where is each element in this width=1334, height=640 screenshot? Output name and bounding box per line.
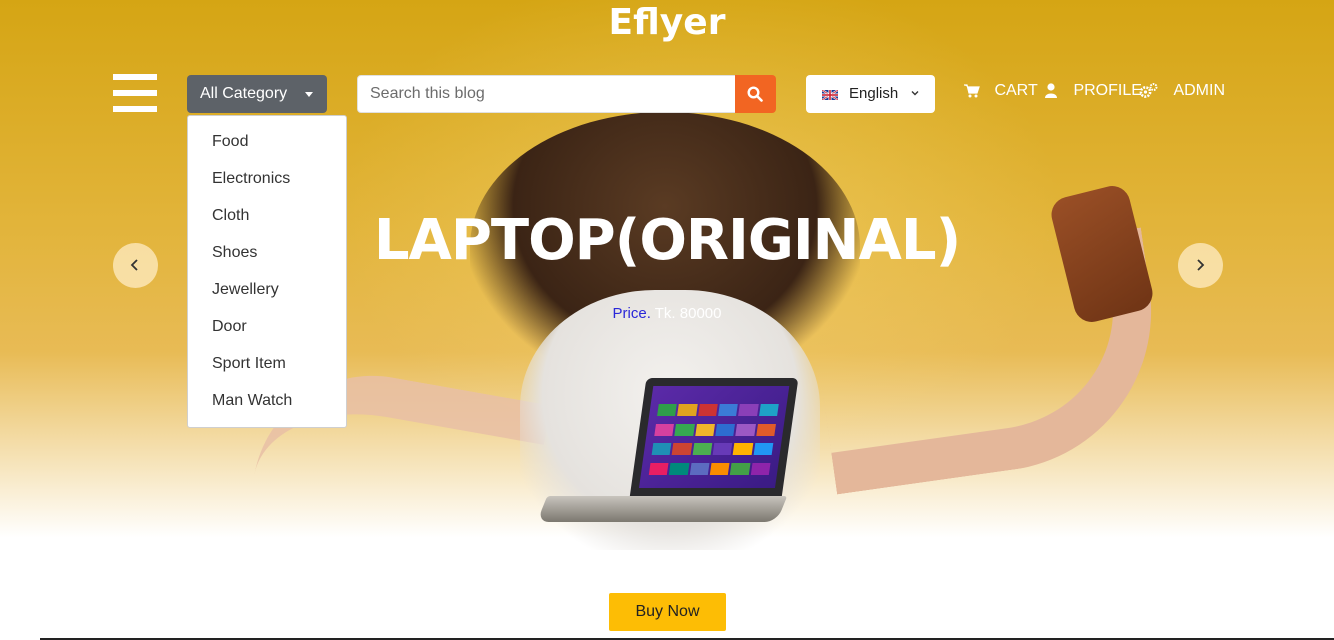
cart-link[interactable]: CART: [964, 82, 1038, 104]
language-label: English: [849, 85, 899, 102]
hamburger-icon-bar: [113, 106, 157, 112]
hamburger-icon: [113, 74, 157, 80]
search-input[interactable]: [357, 75, 736, 113]
buy-now-button[interactable]: Buy Now: [609, 593, 726, 631]
uk-flag-icon: [822, 90, 838, 100]
slide-title: LAPTOP(ORIGINAL): [373, 208, 961, 273]
search-button[interactable]: [735, 75, 776, 113]
laptop-screen: [638, 386, 790, 488]
language-selector[interactable]: English: [806, 75, 935, 113]
gears-icon: [1139, 82, 1158, 98]
category-item-sport-item[interactable]: Sport Item: [188, 350, 346, 387]
chevron-down-icon: [911, 91, 919, 96]
admin-label: ADMIN: [1173, 82, 1226, 99]
brand-logo[interactable]: Eflyer: [0, 2, 1334, 43]
profile-link[interactable]: PROFILE: [1045, 82, 1142, 104]
category-item-man-watch[interactable]: Man Watch: [188, 387, 346, 424]
admin-link[interactable]: ADMIN: [1139, 82, 1225, 104]
menu-toggle-button[interactable]: [113, 74, 157, 112]
category-item-food[interactable]: Food: [188, 128, 346, 165]
category-button-label: All Category: [200, 85, 288, 102]
slide-price: Price. Tk. 80000: [0, 305, 1334, 322]
laptop-lid: [629, 378, 799, 498]
caret-down-icon: [305, 92, 313, 97]
profile-label: PROFILE: [1073, 82, 1142, 99]
laptop-image: [536, 378, 799, 543]
hamburger-icon-bar: [113, 90, 157, 96]
search-icon: [747, 86, 763, 102]
category-item-electronics[interactable]: Electronics: [188, 165, 346, 202]
user-icon: [1045, 83, 1057, 99]
price-label: Price.: [612, 305, 651, 322]
all-category-dropdown-button[interactable]: All Category: [187, 75, 327, 113]
laptop-base: [536, 496, 788, 522]
price-value: Tk. 80000: [654, 305, 722, 322]
search-bar: [357, 75, 776, 113]
cart-label: CART: [994, 82, 1038, 99]
cart-icon: [964, 84, 980, 98]
